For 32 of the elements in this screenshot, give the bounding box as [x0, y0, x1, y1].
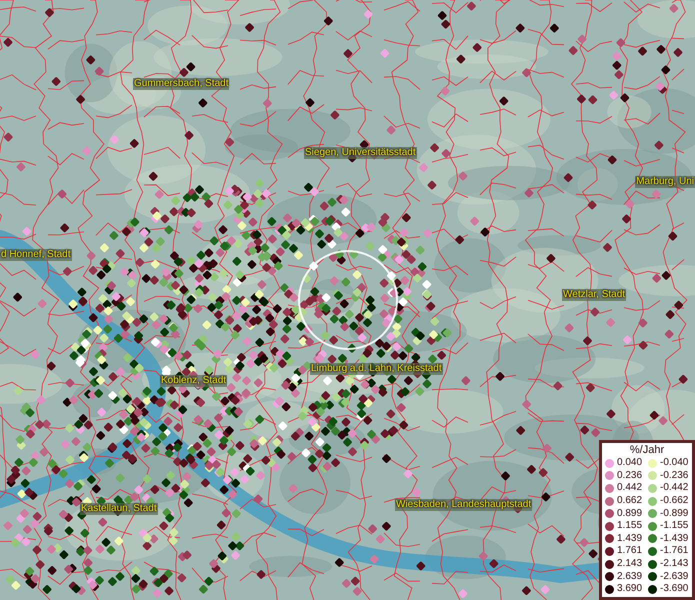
legend-value: 0.899	[617, 508, 642, 520]
legend-value: -0.662	[660, 495, 688, 508]
city-label: Wetzlar, Stadt	[562, 289, 626, 301]
city-label: Limburg a.d. Lahn, Kreisstadt	[310, 363, 443, 375]
legend-value: -2.143	[660, 558, 688, 570]
city-label: Kastellaun, Stadt	[80, 503, 158, 515]
legend-value: 2.639	[617, 570, 642, 583]
legend-value: 0.662	[617, 495, 642, 508]
legend-value: 1.439	[617, 532, 642, 545]
city-label: d Honnef, Stadt	[0, 249, 72, 261]
legend-value: 0.040	[617, 457, 642, 470]
legend-value: 1.155	[617, 520, 642, 532]
legend-value: -1.761	[660, 545, 688, 558]
legend-value: 0.442	[617, 482, 642, 494]
legend-value: -0.236	[660, 470, 688, 482]
legend-value: -1.439	[660, 532, 688, 545]
legend-value: -1.155	[660, 520, 688, 532]
legend-value: -0.899	[660, 508, 688, 520]
city-label: Siegen, Universitätsstadt	[304, 147, 417, 159]
legend-value: -0.442	[660, 482, 688, 494]
city-label: Gummersbach, Stadt	[133, 78, 230, 90]
legend-value: 2.143	[617, 558, 642, 570]
legend-value: -3.690	[660, 583, 688, 596]
legend-title: %/Jahr	[628, 444, 666, 457]
legend-value: 0.236	[617, 470, 642, 482]
city-label: Wiesbaden, Landeshauptstadt	[395, 499, 532, 511]
legend-value: 1.761	[617, 545, 642, 558]
legend-value: 3.690	[617, 583, 642, 596]
city-label: Koblenz, Stadt	[160, 375, 228, 387]
legend-value: -2.639	[660, 570, 688, 583]
city-label: Marburg, Uni	[635, 176, 695, 188]
legend-value: -0.040	[660, 457, 688, 470]
